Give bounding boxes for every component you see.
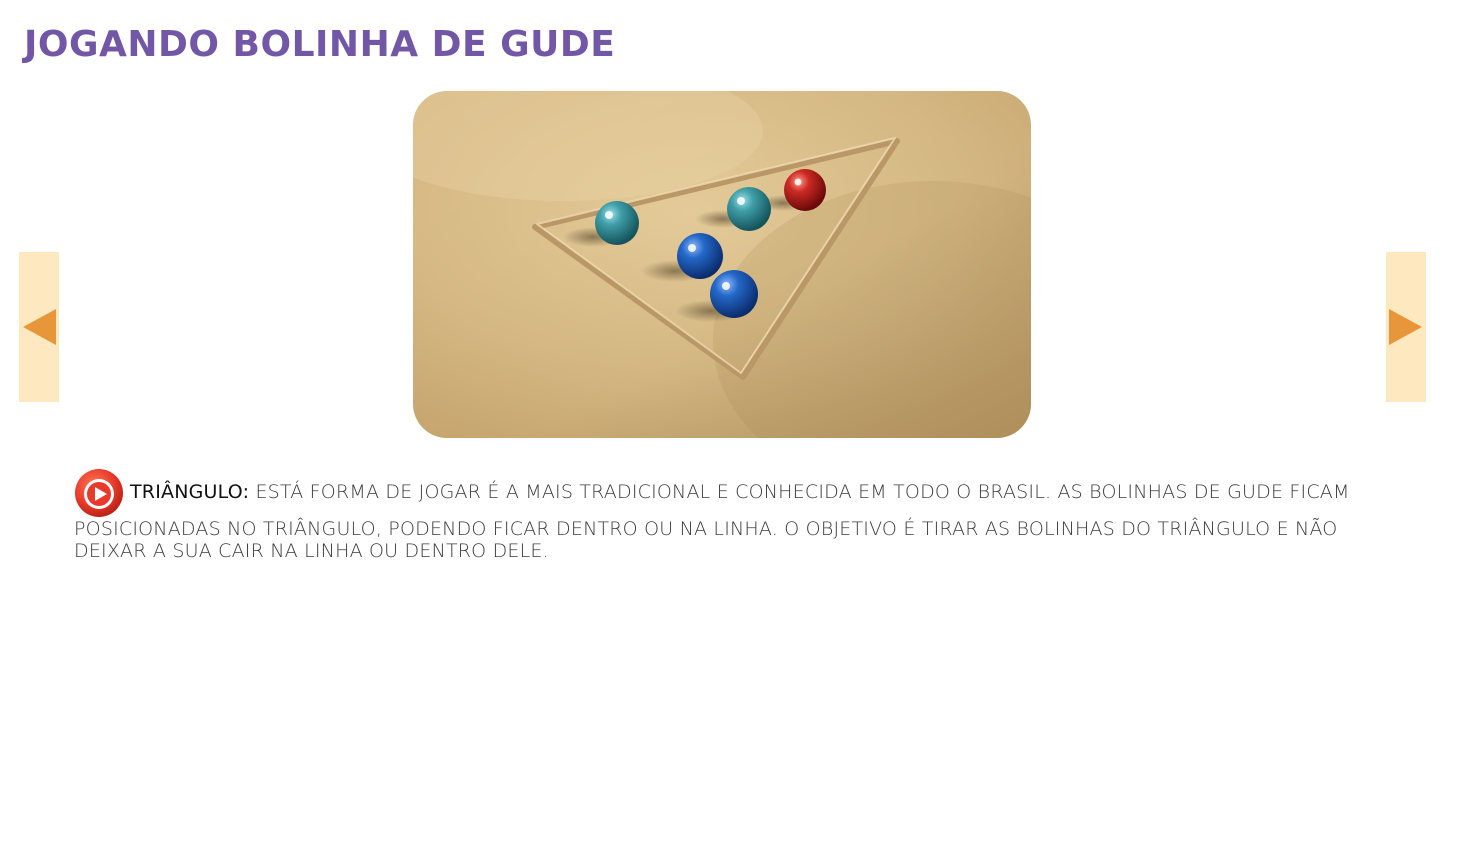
description-text-line1: ESTÁ FORMA DE JOGAR É A MAIS TRADICIONAL…: [249, 481, 1350, 503]
description-text-rest: POSICIONADAS NO TRIÂNGULO, PODENDO FICAR…: [74, 518, 1338, 562]
next-button[interactable]: [1386, 252, 1426, 402]
description-first-line: TRIÂNGULO: ESTÁ FORMA DE JOGAR É A MAIS …: [130, 480, 1350, 504]
triangle-left-icon: [20, 307, 58, 347]
description-term: TRIÂNGULO: [130, 481, 243, 503]
play-circle-icon[interactable]: [74, 468, 124, 518]
triangle-right-icon: [1387, 307, 1425, 347]
previous-button[interactable]: [19, 252, 59, 402]
page: JOGANDO BOLINHA DE GUDE TRIÂNGULO: ESTÁ …: [0, 0, 1460, 850]
page-title: JOGANDO BOLINHA DE GUDE: [24, 24, 616, 65]
marbles-photo: [413, 91, 1031, 438]
